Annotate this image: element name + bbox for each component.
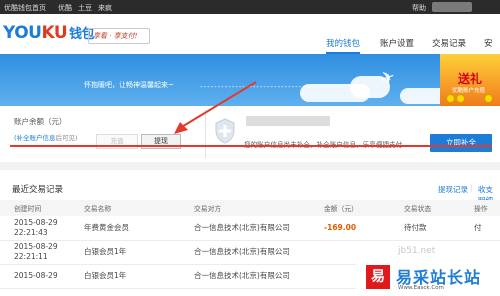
nav-transactions[interactable]: 交易记录 — [432, 34, 466, 54]
row-datetime: 2015-08-29 22:21:43 — [0, 216, 80, 241]
banner-slogan: 怀抱暖吧，让畅神温馨起来~ — [84, 81, 174, 89]
row-date: 2015-08-29 — [14, 271, 58, 280]
highlight-underline — [10, 145, 492, 147]
complete-info-button[interactable]: 立即补全 — [430, 134, 492, 152]
header: YOUKU钱包 享看 · 享支付! 我的钱包 账户设置 交易记录 安全 — [0, 14, 500, 69]
balance-hint-suffix: 后可见) — [55, 134, 78, 142]
watermark-badge-icon: 易 — [366, 265, 390, 289]
top-bar: 优酷钱包首页 优酷 土豆 来疯 帮助 — [0, 0, 500, 14]
row-name: 年费黄金会员 — [80, 216, 190, 241]
nav-security[interactable]: 安全 — [484, 34, 500, 69]
masked-account-name — [246, 116, 330, 126]
faint-watermark-text: jb51.net — [398, 246, 436, 256]
row-action[interactable]: 付 — [470, 216, 500, 241]
complete-info-link[interactable]: (补全账户信息 — [14, 134, 56, 142]
gift-promo[interactable]: 送礼 优酷账户充值 — [440, 54, 500, 106]
row-party: 合一信息技术(北京)有限公司 — [190, 216, 320, 241]
section-gap — [0, 162, 500, 170]
link-separator: | — [470, 184, 473, 192]
promo-subtitle: 优酷账户充值 — [452, 88, 486, 94]
table-header-row: 创建时间 交易名称 交易对方 金额（元） 交易状态 操作 — [0, 200, 500, 216]
col-amount: 金额（元） — [320, 200, 400, 216]
coin-icon — [484, 94, 493, 103]
recent-transactions-header: 最近交易记录 提现记录 | 收支明细 — [0, 170, 500, 205]
account-panel: 账户余额（元） (补全账户信息后可见) 充值 提现 您的账户信息尚未补全，补全账… — [0, 106, 500, 162]
table-row: 2015-08-29 22:21:43 年费黄金会员 合一信息技术(北京)有限公司… — [0, 216, 500, 241]
topbar-link-youku[interactable]: 优酷 — [58, 3, 72, 13]
col-transaction-name: 交易名称 — [80, 200, 190, 216]
row-name: 白银会员1年 — [80, 240, 190, 265]
col-status: 交易状态 — [400, 200, 470, 216]
panel-divider — [205, 110, 206, 158]
topbar-link-wallet-home[interactable]: 优酷钱包首页 — [4, 3, 46, 13]
balance-hint: (补全账户信息后可见) — [14, 132, 78, 142]
topbar-link-tudou[interactable]: 土豆 — [78, 3, 92, 13]
coin-icon — [456, 94, 465, 103]
promo-title: 送礼 — [458, 72, 483, 86]
coin-icon — [446, 94, 455, 103]
row-amount: -169.00 — [320, 216, 400, 241]
watermark-url: Www.Easck.Com — [398, 285, 444, 291]
row-name: 白银会员1年 — [80, 264, 190, 289]
col-counterparty: 交易对方 — [190, 200, 320, 216]
nav-my-wallet[interactable]: 我的钱包 — [326, 34, 361, 54]
row-time: 22:21:11 — [14, 252, 48, 261]
topbar-link-help[interactable]: 帮助 — [412, 3, 426, 13]
row-amount — [320, 240, 400, 265]
row-party: 合一信息技术(北京)有限公司 — [190, 240, 320, 265]
col-created-time: 创建时间 — [0, 200, 80, 216]
row-time: 22:21:43 — [14, 227, 48, 237]
topbar-link-laifeng[interactable]: 来疯 — [98, 3, 112, 13]
account-notice: 您的账户信息尚未补全，补全账户信息，乐享便捷支付 — [244, 139, 402, 149]
header-slogan: 享看 · 享支付! — [88, 28, 150, 44]
row-datetime: 2015-08-29 — [0, 264, 80, 289]
promo-banner[interactable]: 怀抱暖吧，让畅神温馨起来~ --------------------------… — [0, 54, 500, 106]
row-date: 2015-08-29 — [14, 242, 58, 251]
row-status: 待付款 — [400, 216, 470, 241]
shield-icon — [215, 118, 235, 144]
site-watermark: 易 易采站长站 Www.Easck.Com — [356, 262, 500, 296]
banner-dots: ---------------------------------------- — [200, 83, 342, 91]
recent-transactions-title: 最近交易记录 — [12, 185, 64, 195]
youku-wallet-logo[interactable]: YOUKU 钱包 — [3, 23, 95, 43]
row-date: 2015-08-29 — [14, 217, 58, 227]
row-datetime: 2015-08-29 22:21:11 — [0, 240, 80, 265]
masked-username — [432, 2, 472, 12]
row-action[interactable] — [470, 240, 500, 265]
withdraw-records-link[interactable]: 提现记录 — [438, 184, 468, 195]
row-party: 合一信息技术(北京)有限公司 — [190, 264, 320, 289]
nav-account-settings[interactable]: 账户设置 — [380, 34, 414, 54]
col-action: 操作 — [470, 200, 500, 216]
balance-label: 账户余额（元） — [14, 117, 67, 126]
